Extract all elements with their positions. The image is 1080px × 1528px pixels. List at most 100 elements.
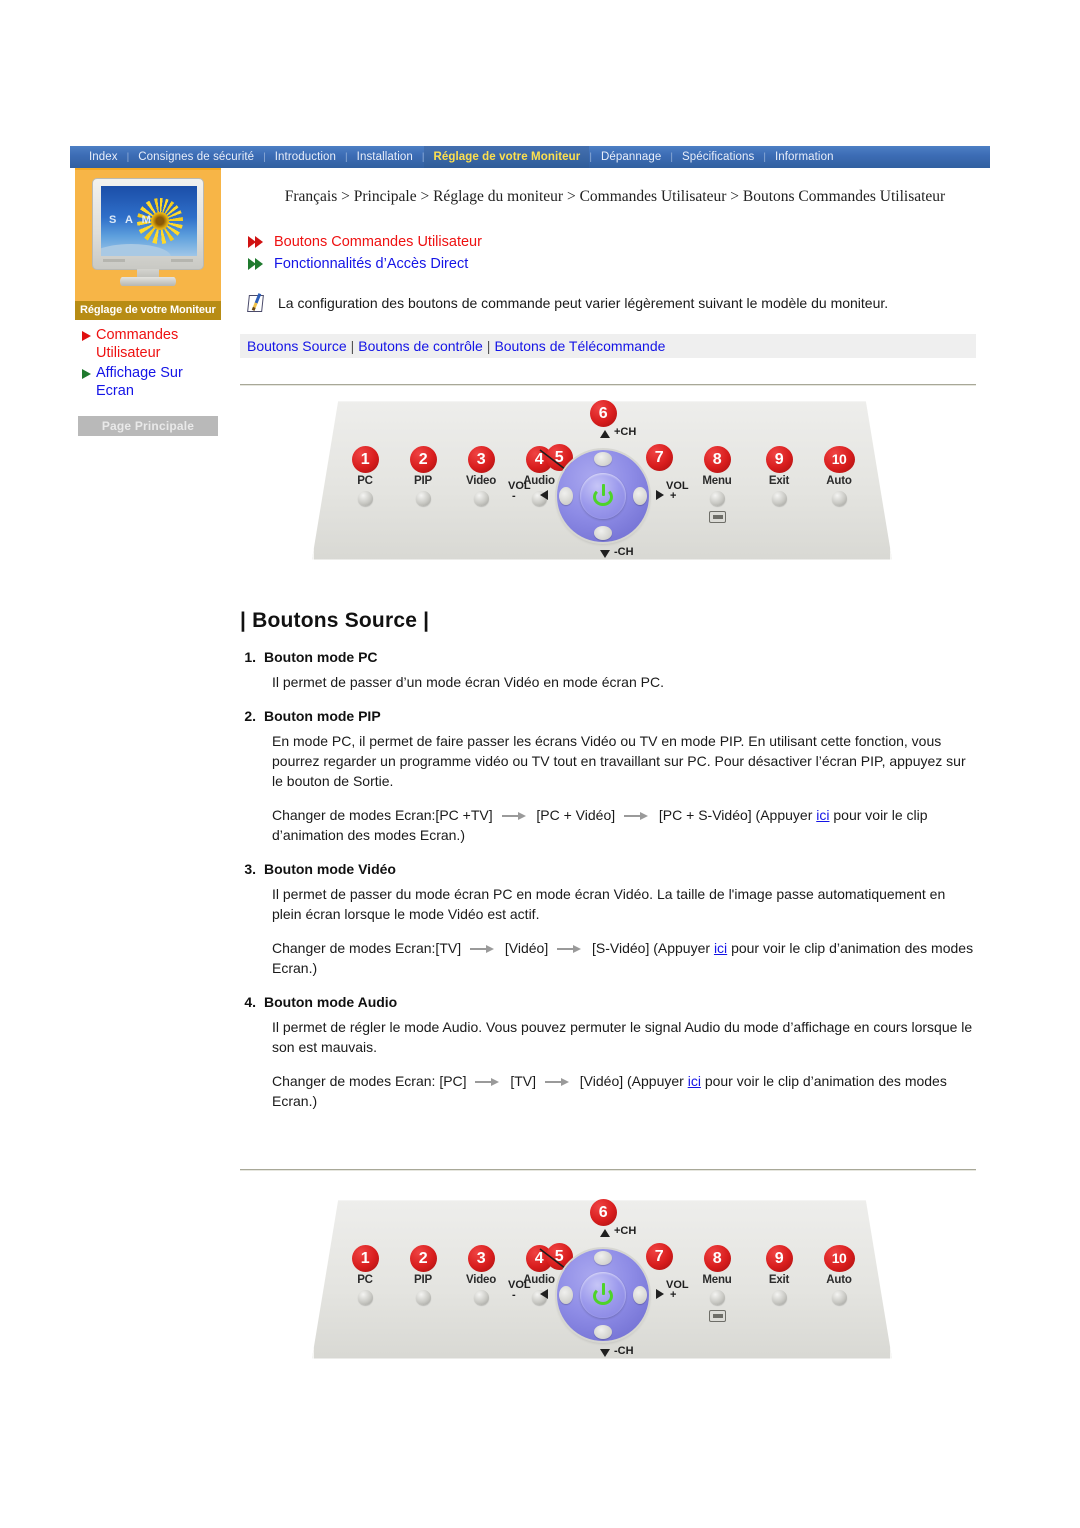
jog-nub-right[interactable]: [633, 1286, 647, 1304]
sidebar: S A M Réglage de votre Moniteur Commande…: [75, 168, 221, 436]
heading-link-fonctionnalites-acces-direct[interactable]: Fonctionnalités d’Accès Direct: [248, 256, 990, 272]
top-navigation-bar: Index | Consignes de sécurité | Introduc…: [70, 146, 990, 168]
list-item-2: 2. Bouton mode PIP En mode PC, il permet…: [240, 708, 990, 845]
tab-boutons-de-telecommande[interactable]: Boutons de Télécommande: [490, 338, 669, 354]
jog-nub-left[interactable]: [559, 1286, 573, 1304]
nav-item-depannage[interactable]: Dépannage: [592, 146, 670, 168]
panel-button-auto[interactable]: 10 Auto: [812, 446, 866, 506]
monitor-screen: S A M: [101, 186, 197, 256]
panel-button-pc[interactable]: 1 PC: [338, 446, 392, 506]
sidebar-link-list: Commandes Utilisateur Affichage Sur Ecra…: [75, 320, 221, 400]
item-body: Il permet de régler le mode Audio. Vous …: [272, 1019, 973, 1055]
nav-item-reglage-de-votre-moniteur[interactable]: Réglage de votre Moniteur: [424, 146, 590, 168]
item-flow: Changer de modes Ecran:[PC +TV] [PC + Vi…: [272, 805, 974, 845]
badge-number: 2: [409, 1245, 437, 1272]
flow-step-1: [Vidéo]: [504, 940, 549, 956]
heading-link-label: Fonctionnalités d’Accès Direct: [274, 256, 469, 272]
monitor-body: S A M: [92, 178, 204, 270]
physical-button-dot: [473, 491, 489, 506]
flow-link-ici[interactable]: ici: [816, 807, 829, 823]
panel-button-pip[interactable]: 2 PIP: [396, 446, 450, 506]
monitor-vent-right: [171, 259, 193, 262]
monitor-vent-left: [103, 259, 125, 262]
tab-boutons-de-controle[interactable]: Boutons de contrôle: [354, 338, 487, 354]
flow-link-ici[interactable]: ici: [714, 940, 727, 956]
item-heading: Bouton mode PC: [264, 649, 378, 665]
home-page-button[interactable]: Page Principale: [78, 416, 218, 436]
panel-badge-6: 6: [586, 400, 620, 427]
nav-item-information[interactable]: Information: [766, 146, 843, 168]
nav-item-consignes-de-securite[interactable]: Consignes de sécurité: [129, 146, 263, 168]
label-ch-up: +CH: [614, 426, 637, 438]
jog-dial-control[interactable]: [557, 1249, 649, 1341]
nav-separator: |: [763, 151, 766, 163]
item-body: En mode PC, il permet de faire passer le…: [272, 733, 966, 789]
main-content: Français > Principale > Réglage du monit…: [240, 178, 990, 1392]
physical-button-dot: [709, 491, 725, 506]
sidebar-item-label: Commandes Utilisateur: [96, 327, 179, 361]
panel-button-exit[interactable]: 9 Exit: [752, 1245, 806, 1305]
item-body: Il permet de passer d’un mode écran Vidé…: [272, 674, 664, 690]
sidebar-item-affichage-sur-ecran[interactable]: Affichage Sur Ecran: [79, 364, 221, 400]
enter-key-icon: [708, 511, 726, 523]
badge-number: 9: [765, 446, 793, 473]
button-label: Menu: [702, 475, 732, 487]
panel-button-exit[interactable]: 9 Exit: [752, 446, 806, 506]
item-heading-row: 1. Bouton mode PC: [240, 649, 990, 665]
panel-button-pc[interactable]: 1 PC: [338, 1245, 392, 1305]
arrow-right-icon: [557, 944, 583, 954]
label-vol-plus-sign: +: [670, 490, 677, 502]
item-number: 3.: [244, 861, 256, 877]
sidebar-item-label: Affichage Sur Ecran: [96, 365, 183, 399]
panel-button-pip[interactable]: 2 PIP: [396, 1245, 450, 1305]
panel-button-video[interactable]: 3 Video: [454, 1245, 508, 1305]
button-label: Menu: [702, 1274, 732, 1286]
jog-nub-up[interactable]: [594, 1251, 612, 1265]
physical-button-dot: [831, 1290, 847, 1305]
breadcrumb: Français > Principale > Réglage du monit…: [284, 188, 946, 205]
item-flow: Changer de modes Ecran:[TV] [Vidéo] [S-V…: [272, 938, 974, 978]
panel-button-menu[interactable]: 8 Menu: [690, 446, 744, 523]
nav-item-index[interactable]: Index: [80, 146, 127, 168]
badge-number: 10: [823, 1245, 855, 1272]
physical-button-dot: [771, 491, 787, 506]
badge-number: 9: [765, 1245, 793, 1272]
sidebar-item-commandes-utilisateur[interactable]: Commandes Utilisateur: [79, 326, 221, 362]
jog-nub-right[interactable]: [633, 487, 647, 505]
label-ch-down: -CH: [614, 1345, 634, 1357]
nav-separator: |: [263, 151, 266, 163]
sidebar-hero-panel: S A M: [75, 168, 221, 301]
jog-nub-left[interactable]: [559, 487, 573, 505]
item-heading-row: 2. Bouton mode PIP: [240, 708, 990, 724]
jog-dial-control[interactable]: [557, 450, 649, 542]
power-button[interactable]: [580, 473, 626, 519]
tab-boutons-source[interactable]: Boutons Source: [243, 338, 351, 354]
item-heading-row: 4. Bouton mode Audio: [240, 994, 990, 1010]
jog-nub-up[interactable]: [594, 452, 612, 466]
badge-number: 3: [467, 1245, 495, 1272]
flow-prefix: Changer de modes Ecran: [PC]: [272, 1073, 467, 1089]
heading-link-boutons-commandes-utilisateur[interactable]: Boutons Commandes Utilisateur: [248, 234, 990, 250]
panel-button-menu[interactable]: 8 Menu: [690, 1245, 744, 1322]
flow-step-1: [PC + Vidéo]: [536, 807, 616, 823]
panel-button-video[interactable]: 3 Video: [454, 446, 508, 506]
badge-number: 7: [645, 444, 673, 471]
item-number: 4.: [244, 994, 256, 1010]
nav-item-introduction[interactable]: Introduction: [266, 146, 345, 168]
jog-nub-down[interactable]: [594, 1325, 612, 1339]
physical-button-dot: [357, 1290, 373, 1305]
panel-button-auto[interactable]: 10 Auto: [812, 1245, 866, 1305]
item-number: 1.: [244, 649, 256, 665]
power-button[interactable]: [580, 1272, 626, 1318]
badge-number: 6: [589, 400, 617, 427]
triangle-down-icon: [600, 1349, 610, 1357]
nav-item-installation[interactable]: Installation: [348, 146, 422, 168]
flow-link-ici[interactable]: ici: [688, 1073, 701, 1089]
item-number: 2.: [244, 708, 256, 724]
triangle-up-icon: [600, 1229, 610, 1237]
physical-button-dot: [415, 491, 431, 506]
screen-hill-shape: [101, 244, 171, 256]
nav-item-specifications[interactable]: Spécifications: [673, 146, 763, 168]
badge-number: 10: [823, 446, 855, 473]
jog-nub-down[interactable]: [594, 526, 612, 540]
